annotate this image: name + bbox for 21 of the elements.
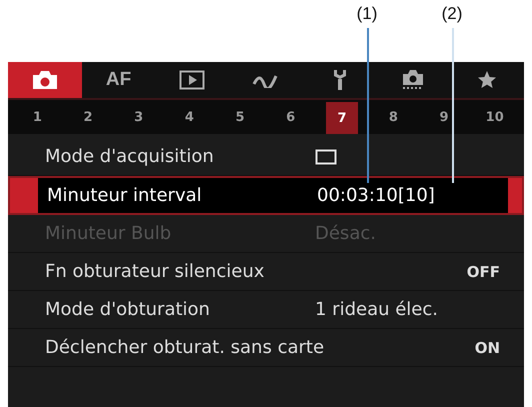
single-shot-icon — [315, 148, 337, 164]
page-number[interactable]: 8 — [368, 100, 419, 134]
page-number[interactable]: 6 — [265, 100, 316, 134]
play-icon — [179, 70, 206, 90]
callout-label: (2) — [440, 4, 464, 24]
menu-item[interactable]: Déclencher obturat. sans carte ON — [8, 329, 524, 367]
page-number[interactable]: 7 — [326, 102, 358, 134]
page-number[interactable]: 3 — [113, 100, 164, 134]
page-number[interactable]: 5 — [214, 100, 266, 134]
callout-label: (1) — [356, 4, 378, 24]
menu-tab[interactable]: AF — [82, 62, 156, 98]
page-number[interactable]: 9 — [418, 100, 470, 134]
menu-item[interactable]: Fn obturateur silencieux OFF — [8, 253, 524, 291]
page-number[interactable]: 1 — [12, 100, 63, 134]
star-icon — [477, 70, 498, 90]
page-number[interactable]: 4 — [164, 100, 215, 134]
camera-icon — [30, 70, 59, 90]
menu-item[interactable]: Mode d'obturation 1 rideau élec. — [8, 291, 524, 329]
page-number[interactable]: 2 — [62, 100, 114, 134]
page-number[interactable]: 10 — [469, 100, 520, 134]
menu-item[interactable]: Minuteur interval 00:03:10[10] — [8, 176, 524, 215]
